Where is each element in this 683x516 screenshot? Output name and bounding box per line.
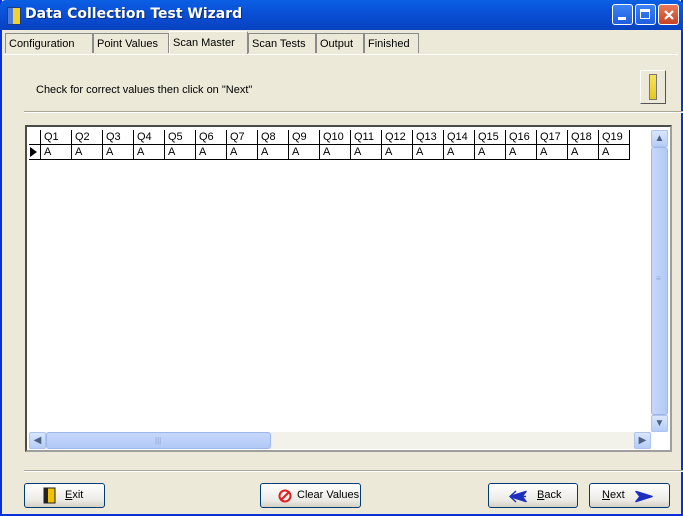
chevron-up-icon: ▲ <box>654 133 665 144</box>
next-label: Next <box>602 489 625 501</box>
column-header[interactable]: Q13 <box>413 130 444 145</box>
grid-cell[interactable]: A <box>320 145 351 160</box>
grid-corner <box>29 130 41 145</box>
column-header[interactable]: Q9 <box>289 130 320 145</box>
scroll-left-button[interactable]: ◀ <box>29 432 46 449</box>
column-header[interactable]: Q17 <box>537 130 568 145</box>
column-header[interactable]: Q12 <box>382 130 413 145</box>
tab-scan-master[interactable]: Scan Master <box>169 31 248 55</box>
divider <box>24 111 683 113</box>
grid-cell[interactable]: A <box>444 145 475 160</box>
exit-label: Exit <box>65 489 84 501</box>
tab-scan-tests[interactable]: Scan Tests <box>248 33 316 53</box>
horizontal-scroll-thumb[interactable]: ||| <box>46 432 271 449</box>
grid-cell[interactable]: A <box>72 145 103 160</box>
grid-cell[interactable]: A <box>599 145 630 160</box>
tab-label: Configuration <box>9 38 75 50</box>
chevron-left-icon: ◀ <box>33 435 42 446</box>
grid-cell[interactable]: A <box>258 145 289 160</box>
grid-cell[interactable]: A <box>289 145 320 160</box>
scroll-down-button[interactable]: ▼ <box>651 415 668 432</box>
grid-cell[interactable]: A <box>475 145 506 160</box>
chevron-down-icon: ▼ <box>654 418 665 429</box>
column-header[interactable]: Q5 <box>165 130 196 145</box>
tab-label: Finished <box>368 38 410 50</box>
column-header[interactable]: Q10 <box>320 130 351 145</box>
title-bar[interactable]: Data Collection Test Wizard <box>0 0 683 30</box>
tab-label: Scan Master <box>173 37 235 49</box>
grid-cell[interactable]: A <box>196 145 227 160</box>
column-header[interactable]: Q2 <box>72 130 103 145</box>
instruction-text: Check for correct values then click on "… <box>36 84 253 96</box>
arrow-left-icon <box>509 490 527 503</box>
column-header[interactable]: Q14 <box>444 130 475 145</box>
column-header[interactable]: Q3 <box>103 130 134 145</box>
grid-cell[interactable]: A <box>227 145 258 160</box>
chevron-right-icon: ▶ <box>638 435 647 446</box>
column-header[interactable]: Q16 <box>506 130 537 145</box>
edit-button[interactable] <box>640 70 666 104</box>
tab-finished[interactable]: Finished <box>364 33 419 53</box>
tab-label: Output <box>320 38 354 50</box>
minimize-icon <box>618 17 626 20</box>
maximize-button[interactable] <box>635 4 656 25</box>
tab-output[interactable]: Output <box>316 33 364 53</box>
column-header[interactable]: Q7 <box>227 130 258 145</box>
clear-values-button[interactable]: Clear Values <box>260 483 361 508</box>
horizontal-scrollbar[interactable]: ◀ ||| ▶ <box>29 432 651 449</box>
grid-cell[interactable]: A <box>103 145 134 160</box>
column-header[interactable]: Q1 <box>41 130 72 145</box>
grid-cell[interactable]: A <box>165 145 196 160</box>
close-button[interactable] <box>658 4 679 25</box>
grid-cell[interactable]: A <box>382 145 413 160</box>
app-icon <box>7 7 21 25</box>
row-indicator[interactable] <box>29 145 41 160</box>
tab-divider <box>4 54 678 55</box>
tab-point-values[interactable]: Point Values <box>93 33 169 53</box>
column-header[interactable]: Q4 <box>134 130 165 145</box>
back-button[interactable]: Back <box>488 483 578 508</box>
grid-cell[interactable]: A <box>568 145 599 160</box>
wizard-window: Data Collection Test Wizard Configuratio… <box>0 0 683 516</box>
column-header[interactable]: Q15 <box>475 130 506 145</box>
grip-icon: ≡ <box>656 274 661 283</box>
minimize-button[interactable] <box>612 4 633 25</box>
grid-cell[interactable]: A <box>134 145 165 160</box>
next-button[interactable]: Next <box>589 483 670 508</box>
grid-cell[interactable]: A <box>506 145 537 160</box>
exit-button[interactable]: Exit <box>24 483 105 508</box>
grid-cell[interactable]: A <box>351 145 382 160</box>
column-header[interactable]: Q6 <box>196 130 227 145</box>
grid-cell[interactable]: A <box>537 145 568 160</box>
grid-cell[interactable]: A <box>413 145 444 160</box>
scroll-up-button[interactable]: ▲ <box>651 130 668 147</box>
close-icon <box>664 10 674 20</box>
no-entry-icon <box>278 489 292 503</box>
tab-label: Point Values <box>97 38 158 50</box>
tab-label: Scan Tests <box>252 38 306 50</box>
clear-values-label: Clear Values <box>297 489 360 501</box>
divider <box>24 470 683 472</box>
window-title: Data Collection Test Wizard <box>25 6 243 22</box>
back-label: Back <box>537 489 562 501</box>
column-header[interactable]: Q8 <box>258 130 289 145</box>
vertical-scrollbar[interactable]: ▲ ≡ ▼ <box>651 130 668 432</box>
tab-configuration[interactable]: Configuration <box>5 33 93 53</box>
arrow-right-icon <box>635 490 653 503</box>
pencil-icon <box>649 74 657 100</box>
door-icon <box>43 487 56 504</box>
grid-cell[interactable]: A <box>41 145 72 160</box>
column-header[interactable]: Q19 <box>599 130 630 145</box>
current-row-icon <box>30 147 37 157</box>
vertical-scroll-thumb[interactable]: ≡ <box>651 147 668 415</box>
column-header[interactable]: Q11 <box>351 130 382 145</box>
maximize-icon <box>640 9 650 19</box>
data-grid[interactable]: Q1 A Q2 A Q3 A Q4 A Q5 A Q6 A Q7 A Q8 A Q9 A Q10 A Q11 A Q12 A Q… <box>25 125 672 452</box>
scroll-right-button[interactable]: ▶ <box>634 432 651 449</box>
grip-icon: ||| <box>155 436 162 445</box>
column-header[interactable]: Q18 <box>568 130 599 145</box>
